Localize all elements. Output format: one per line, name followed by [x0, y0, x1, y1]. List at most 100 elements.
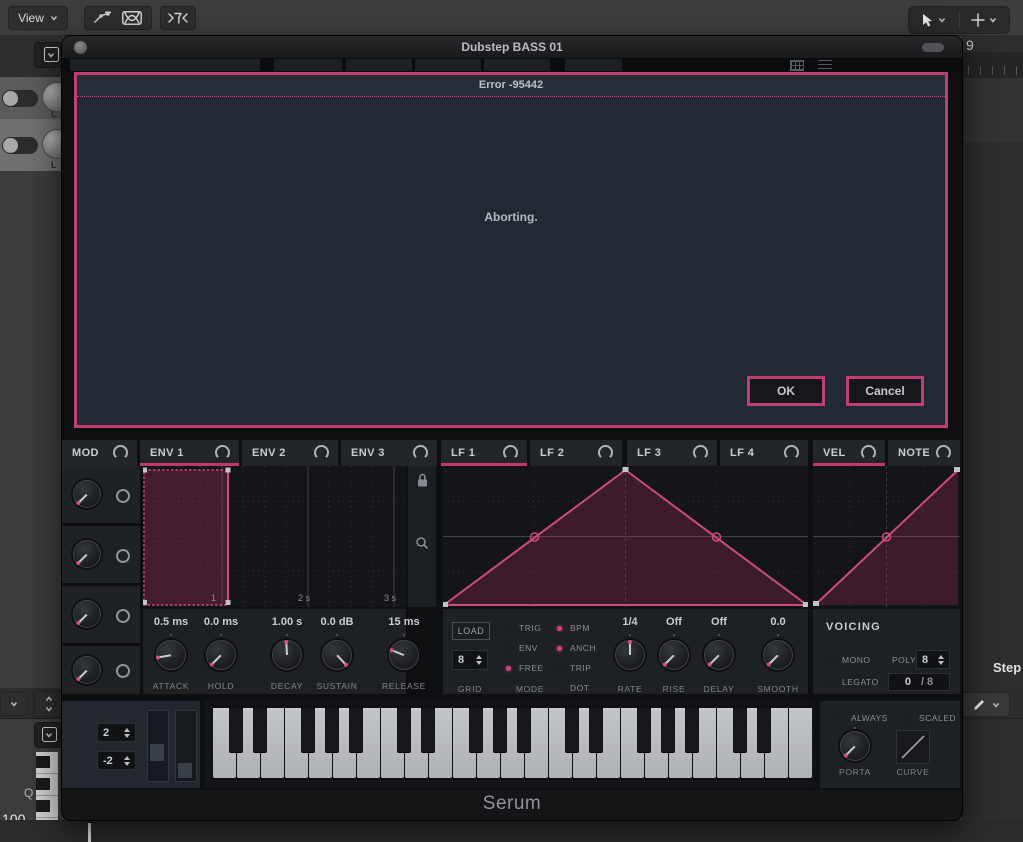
rise-knob[interactable]: [659, 640, 689, 670]
playhead-line[interactable]: [88, 823, 91, 842]
ok-button[interactable]: OK: [747, 376, 825, 406]
piano-key-black[interactable]: [589, 708, 603, 752]
piano-key-white[interactable]: [789, 708, 812, 778]
tab-env1[interactable]: ENV 1: [140, 440, 239, 466]
tab-mod[interactable]: MOD: [62, 440, 137, 466]
view-menu-button[interactable]: View: [8, 6, 68, 30]
smooth-knob[interactable]: [763, 640, 793, 670]
local-menu-button[interactable]: [0, 692, 28, 716]
grid-stepper[interactable]: 8: [452, 650, 488, 670]
piano-key-black[interactable]: [757, 708, 771, 752]
crossfade-icon[interactable]: [122, 11, 142, 25]
tab-vel[interactable]: VEL: [813, 440, 885, 466]
window-resize-pill[interactable]: [922, 43, 944, 52]
trig-radio[interactable]: [506, 626, 511, 631]
pencil-tool-button[interactable]: [962, 692, 1010, 717]
mod-amount-knob[interactable]: [73, 480, 101, 508]
crosshair-tool-button[interactable]: [960, 7, 1010, 33]
bend-up-stepper[interactable]: 2: [97, 723, 136, 742]
legato-radio[interactable]: [829, 680, 834, 685]
velocity-graph[interactable]: [813, 466, 960, 607]
free-radio[interactable]: [506, 666, 511, 671]
tab-env3[interactable]: ENV 3: [341, 440, 437, 466]
scaled-label[interactable]: SCALED: [919, 713, 956, 723]
piano-keyboard[interactable]: [212, 705, 812, 781]
bend-panel: 2 -2: [62, 701, 200, 788]
piano-key-black[interactable]: [469, 708, 483, 752]
legato-label[interactable]: LEGATO: [842, 677, 879, 687]
release-knob[interactable]: [389, 640, 419, 670]
tab-lf1[interactable]: LF 1: [441, 440, 527, 466]
catch-playhead-button[interactable]: [160, 6, 196, 30]
rate-knob[interactable]: [615, 640, 645, 670]
env-radio[interactable]: [506, 646, 511, 651]
mod-amount-knob[interactable]: [73, 600, 101, 628]
mod-wheel[interactable]: [175, 710, 197, 782]
hold-knob[interactable]: [206, 640, 236, 670]
piano-key-black[interactable]: [661, 708, 675, 752]
piano-key-black[interactable]: [493, 708, 507, 752]
delay-knob[interactable]: [704, 640, 734, 670]
bend-down-stepper[interactable]: -2: [97, 751, 136, 770]
scaled-radio[interactable]: [906, 716, 911, 721]
trip-label[interactable]: TRIP: [570, 663, 591, 673]
free-label[interactable]: FREE: [519, 663, 544, 673]
decay-knob[interactable]: [272, 640, 302, 670]
porta-knob[interactable]: [840, 731, 870, 761]
bpm-radio[interactable]: [557, 626, 562, 631]
piano-key-black[interactable]: [301, 708, 315, 752]
automation-icon[interactable]: [94, 11, 112, 25]
tab-env2[interactable]: ENV 2: [242, 440, 338, 466]
mono-radio[interactable]: [829, 658, 834, 663]
anch-radio[interactable]: [557, 646, 562, 651]
bypass-toggle[interactable]: [2, 90, 38, 107]
quantize-checkbox[interactable]: [34, 722, 64, 748]
list-view-icon[interactable]: [818, 60, 832, 70]
piano-key-black[interactable]: [637, 708, 651, 752]
cancel-button[interactable]: Cancel: [846, 376, 924, 406]
arrow-tool-button[interactable]: [909, 7, 959, 33]
tab-note[interactable]: NOTE: [888, 440, 960, 466]
mod-amount-knob[interactable]: [73, 656, 101, 684]
load-button[interactable]: LOAD: [452, 622, 490, 640]
dot-radio[interactable]: [557, 686, 562, 691]
lfo-graph[interactable]: [443, 466, 808, 607]
poly-stepper[interactable]: 8: [916, 650, 950, 669]
piano-key-black[interactable]: [325, 708, 339, 752]
piano-key-black[interactable]: [517, 708, 531, 752]
envelope-graph[interactable]: 1 2 s 3 s: [143, 466, 406, 607]
trip-radio[interactable]: [557, 666, 562, 671]
piano-key-black[interactable]: [421, 708, 435, 752]
piano-key-black[interactable]: [253, 708, 267, 752]
lock-icon[interactable]: [416, 473, 429, 488]
piano-key-black[interactable]: [565, 708, 579, 752]
tab-lf4[interactable]: LF 4: [720, 440, 808, 466]
always-label[interactable]: ALWAYS: [851, 713, 888, 723]
mono-label[interactable]: MONO: [842, 655, 870, 665]
attack-knob[interactable]: [156, 640, 186, 670]
zoom-stepper[interactable]: [34, 691, 64, 717]
pitch-wheel[interactable]: [147, 710, 169, 782]
env-label[interactable]: ENV: [519, 643, 538, 653]
dot-label[interactable]: DOT: [570, 683, 589, 693]
tab-lf2[interactable]: LF 2: [530, 440, 622, 466]
curve-display[interactable]: [896, 730, 930, 764]
mod-amount-knob[interactable]: [73, 540, 101, 568]
piano-key-black[interactable]: [397, 708, 411, 752]
close-icon[interactable]: [74, 41, 87, 54]
timeline-ruler[interactable]: [962, 52, 1023, 79]
bypass-toggle[interactable]: [2, 137, 38, 154]
plugin-titlebar[interactable]: Dubstep BASS 01: [62, 36, 962, 58]
piano-key-black[interactable]: [349, 708, 363, 752]
sustain-knob[interactable]: [322, 640, 352, 670]
zoom-icon[interactable]: [415, 536, 429, 550]
always-radio[interactable]: [838, 716, 843, 721]
piano-key-black[interactable]: [229, 708, 243, 752]
bpm-label[interactable]: BPM: [570, 623, 590, 633]
piano-key-black[interactable]: [685, 708, 699, 752]
tab-lf3[interactable]: LF 3: [627, 440, 717, 466]
anch-label[interactable]: ANCH: [570, 643, 596, 653]
piano-key-black[interactable]: [733, 708, 747, 752]
grid-view-icon[interactable]: [790, 60, 804, 71]
trig-label[interactable]: TRIG: [519, 623, 541, 633]
